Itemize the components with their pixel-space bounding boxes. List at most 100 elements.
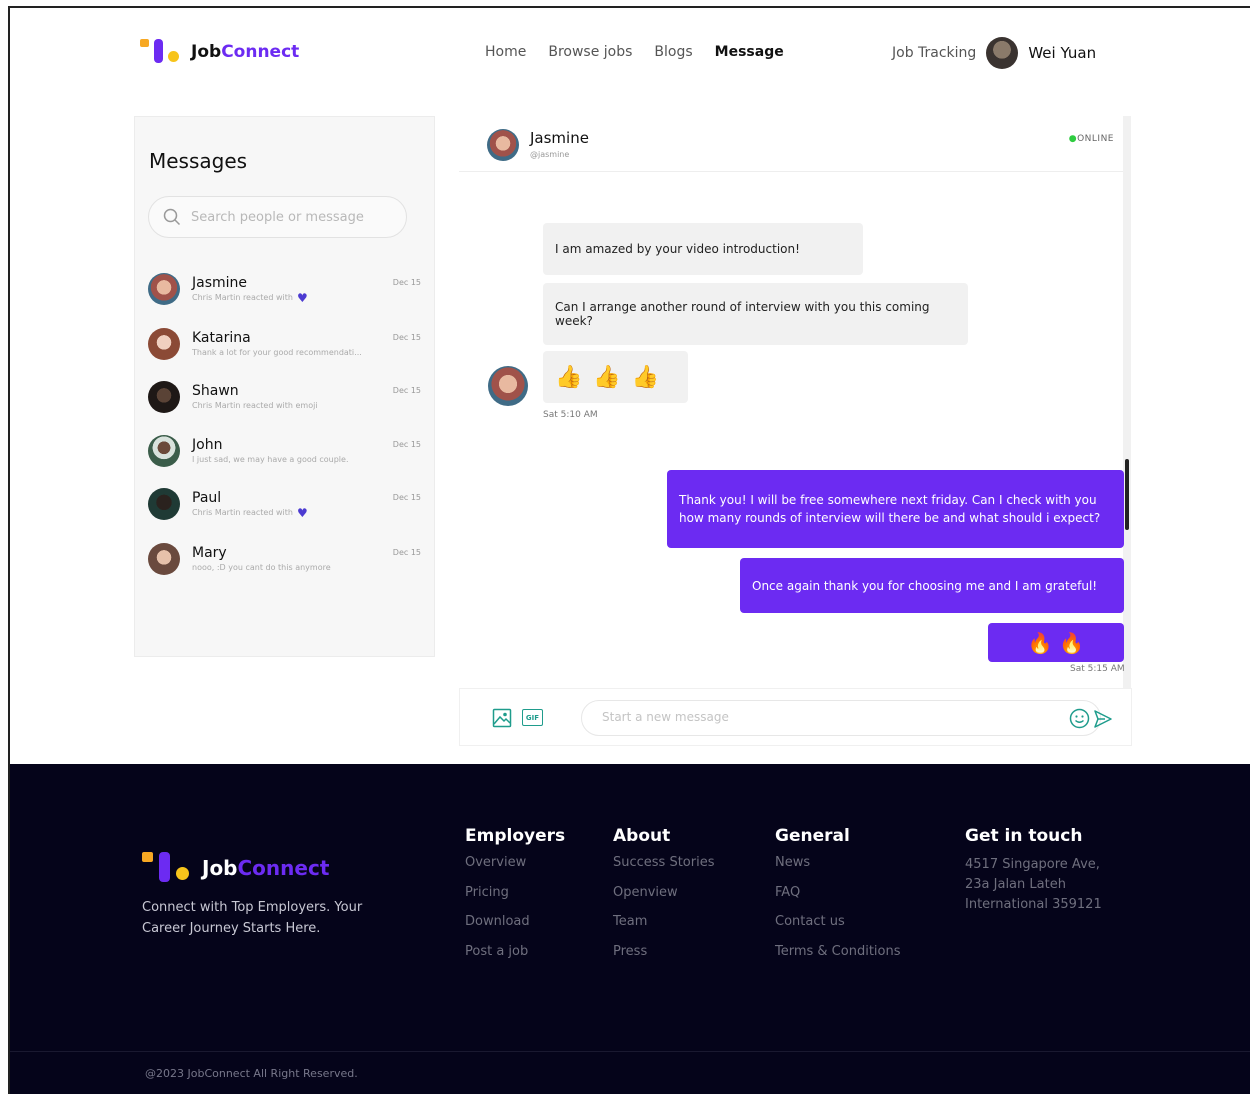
contact-avatar: [148, 543, 180, 575]
footer-column-general: General News FAQ Contact us Terms & Cond…: [775, 826, 901, 973]
contact-date: Dec 15: [392, 386, 421, 395]
job-tracking-link[interactable]: Job Tracking: [892, 45, 976, 61]
chat-contact-name: Jasmine: [530, 129, 589, 147]
outgoing-message: Thank you! I will be free somewhere next…: [667, 470, 1124, 548]
footer-column-title: Get in touch: [965, 826, 1083, 846]
footer-bottom-bar: @2023 JobConnect All Right Reserved.: [10, 1051, 1250, 1080]
header-logo[interactable]: JobConnect: [140, 39, 299, 65]
chat-header: Jasmine @jasmine ●ONLINE: [459, 116, 1124, 172]
footer-link-news[interactable]: News: [775, 855, 901, 885]
incoming-message: Can I arrange another round of interview…: [543, 283, 968, 345]
contact-avatar: [148, 273, 180, 305]
footer-link-overview[interactable]: Overview: [465, 855, 565, 885]
message-input[interactable]: [602, 710, 1042, 724]
incoming-timestamp: Sat 5:10 AM: [543, 410, 598, 420]
gif-icon[interactable]: GIF: [522, 709, 543, 726]
contact-item-paul[interactable]: Paul Chris Martin reacted with ♥ Dec 15: [148, 486, 423, 530]
nav-item-browse-jobs[interactable]: Browse jobs: [548, 44, 632, 60]
footer-column-title: General: [775, 826, 850, 846]
scrollbar-thumb[interactable]: [1125, 459, 1129, 530]
footer-link-faq[interactable]: FAQ: [775, 885, 901, 915]
contact-preview: Chris Martin reacted with ♥: [192, 505, 308, 520]
outgoing-message: Once again thank you for choosing me and…: [740, 558, 1124, 613]
contact-avatar: [148, 328, 180, 360]
logo-mark-icon: [140, 39, 180, 65]
footer-link-contact-us[interactable]: Contact us: [775, 914, 901, 944]
contact-date: Dec 15: [392, 548, 421, 557]
contact-date: Dec 15: [392, 333, 421, 342]
incoming-emoji-message: 👍 👍 👍: [543, 351, 688, 403]
chat-contact-avatar[interactable]: [487, 129, 519, 161]
send-icon[interactable]: [1093, 709, 1113, 729]
sender-avatar: [488, 366, 528, 406]
contact-preview: I just sad, we may have a good couple.: [192, 455, 349, 464]
outgoing-timestamp: Sat 5:15 AM: [1070, 664, 1125, 674]
chat-panel: Jasmine @jasmine ●ONLINE I am amazed by …: [459, 116, 1132, 746]
logo-mark-icon: [142, 852, 190, 884]
heart-icon: ♥: [296, 505, 308, 520]
outgoing-emoji-message: 🔥 🔥: [988, 623, 1124, 662]
contact-date: Dec 15: [392, 440, 421, 449]
contact-name: Katarina: [192, 330, 251, 346]
contact-preview: Chris Martin reacted with emoji: [192, 401, 318, 410]
emoji-icon[interactable]: [1069, 708, 1090, 729]
footer-tagline: Connect with Top Employers. Your Career …: [142, 900, 363, 936]
copyright: @2023 JobConnect All Right Reserved.: [145, 1067, 358, 1080]
logo-wordmark: JobConnect: [191, 42, 300, 62]
chat-contact-handle: @jasmine: [530, 150, 570, 159]
messages-panel: Messages Jasmine Chris Martin reacted wi…: [134, 116, 435, 657]
contact-preview: Thank a lot for your good recommendati..…: [192, 348, 362, 357]
message-composer: GIF: [459, 688, 1132, 746]
main-nav: Home Browse jobs Blogs Message: [485, 44, 784, 60]
contact-name: Paul: [192, 490, 222, 506]
contact-name: Mary: [192, 545, 227, 561]
footer-column-contact: Get in touch 4517 Singapore Ave, 23a Jal…: [965, 826, 1115, 915]
contact-avatar: [148, 435, 180, 467]
footer-link-team[interactable]: Team: [613, 914, 715, 944]
contact-preview: Chris Martin reacted with ♥: [192, 290, 308, 305]
contact-preview: nooo, :D you cant do this anymore: [192, 563, 331, 572]
messages-title: Messages: [149, 149, 248, 173]
footer-column-title: Employers: [465, 826, 566, 846]
search-box[interactable]: [148, 196, 407, 238]
footer-column-about: About Success Stories Openview Team Pres…: [613, 826, 715, 973]
contact-avatar: [148, 381, 180, 413]
chat-scrollbar[interactable]: [1123, 116, 1131, 688]
contact-item-john[interactable]: John I just sad, we may have a good coup…: [148, 433, 423, 477]
footer-link-terms[interactable]: Terms & Conditions: [775, 944, 901, 974]
nav-item-message[interactable]: Message: [715, 44, 784, 60]
contact-avatar: [148, 488, 180, 520]
user-avatar[interactable]: [986, 37, 1019, 69]
message-input-box[interactable]: [581, 700, 1101, 736]
heart-icon: ♥: [296, 290, 308, 305]
contact-item-shawn[interactable]: Shawn Chris Martin reacted with emoji De…: [148, 379, 423, 423]
contact-item-mary[interactable]: Mary nooo, :D you cant do this anymore D…: [148, 541, 423, 585]
contact-item-katarina[interactable]: Katarina Thank a lot for your good recom…: [148, 326, 423, 370]
footer-link-success-stories[interactable]: Success Stories: [613, 855, 715, 885]
footer-link-download[interactable]: Download: [465, 914, 565, 944]
contact-name: John: [192, 437, 223, 453]
contact-date: Dec 15: [392, 278, 421, 287]
footer-link-post-a-job[interactable]: Post a job: [465, 944, 565, 974]
user-name[interactable]: Wei Yuan: [1028, 44, 1096, 62]
contact-date: Dec 15: [392, 493, 421, 502]
nav-item-home[interactable]: Home: [485, 44, 526, 60]
footer-column-title: About: [613, 826, 671, 846]
footer-link-pricing[interactable]: Pricing: [465, 885, 565, 915]
logo-wordmark: JobConnect: [202, 856, 330, 880]
nav-item-blogs[interactable]: Blogs: [654, 44, 692, 60]
footer-column-employers: Employers Overview Pricing Download Post…: [465, 826, 565, 973]
search-input[interactable]: [191, 209, 391, 225]
incoming-message: I am amazed by your video introduction!: [543, 223, 863, 275]
contact-name: Jasmine: [192, 275, 248, 291]
online-status: ●ONLINE: [1068, 134, 1114, 144]
contact-item-jasmine[interactable]: Jasmine Chris Martin reacted with ♥ Dec 1…: [148, 271, 423, 315]
footer-link-press[interactable]: Press: [613, 944, 715, 974]
site-footer: JobConnect Connect with Top Employers. Y…: [10, 764, 1250, 1094]
footer-link-openview[interactable]: Openview: [613, 885, 715, 915]
contact-name: Shawn: [192, 383, 239, 399]
image-icon[interactable]: [492, 708, 512, 728]
header-user-area: Job Tracking Wei Yuan: [892, 37, 1096, 69]
footer-logo[interactable]: JobConnect: [142, 852, 329, 884]
search-icon: [163, 208, 181, 226]
